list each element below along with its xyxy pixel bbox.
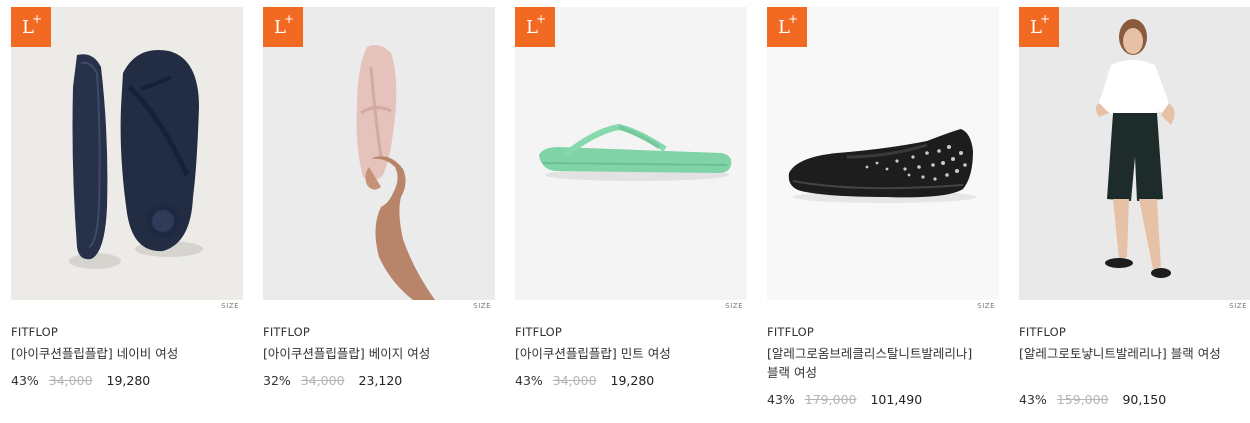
product-grid: L + SIZE FITFLOP [아이쿠션플립플랍] 네이비 여성 43% 3… (11, 7, 1250, 423)
product-image[interactable]: L + (1019, 7, 1250, 300)
original-price: 34,000 (552, 373, 597, 388)
price-row: 43% 34,000 19,280 (515, 373, 654, 388)
price-row: 43% 179,000 101,490 (767, 392, 922, 407)
discount-rate: 32% (263, 373, 291, 388)
product-brand: FITFLOP (1019, 325, 1067, 339)
product-name[interactable]: [알레그로옴브레클리스탈니트발레리나] 블랙 여성 (767, 344, 977, 382)
lplus-badge: L + (515, 7, 555, 47)
beige-flip-flop-image (263, 7, 495, 300)
discount-rate: 43% (515, 373, 543, 388)
sale-price: 90,150 (1122, 392, 1167, 407)
product-name[interactable]: [아이쿠션플립플랍] 민트 여성 (515, 344, 725, 363)
price-row: 43% 34,000 19,280 (11, 373, 150, 388)
size-tag[interactable]: SIZE (221, 300, 239, 312)
black-knit-ballerina-image (767, 7, 999, 300)
badge-plus: + (32, 12, 43, 26)
product-card[interactable]: L + SIZE FITFLOP [아이쿠션플립플랍] 네이비 여성 43% 3… (11, 7, 243, 417)
sale-price: 23,120 (358, 373, 403, 388)
product-image[interactable]: L + (767, 7, 999, 300)
product-card[interactable]: L + SIZE FITFLOP [알레그로토냫니트발레리나] 블랙 여성 43… (1019, 7, 1250, 417)
product-name[interactable]: [아이쿠션플립플랍] 베이지 여성 (263, 344, 473, 363)
product-name[interactable]: [아이쿠션플립플랍] 네이비 여성 (11, 344, 221, 363)
badge-plus: + (536, 12, 547, 26)
discount-rate: 43% (11, 373, 39, 388)
lplus-badge: L + (767, 7, 807, 47)
sale-price: 101,490 (870, 392, 923, 407)
price-row: 32% 34,000 23,120 (263, 373, 402, 388)
badge-plus: + (1040, 12, 1051, 26)
original-price: 34,000 (300, 373, 345, 388)
product-brand: FITFLOP (11, 325, 59, 339)
size-tag[interactable]: SIZE (725, 300, 743, 312)
model-wearing-ballerina-image (1019, 7, 1250, 300)
badge-plus: + (284, 12, 295, 26)
product-brand: FITFLOP (263, 325, 311, 339)
product-brand: FITFLOP (515, 325, 563, 339)
lplus-badge: L + (1019, 7, 1059, 47)
original-price: 179,000 (804, 392, 857, 407)
size-tag[interactable]: SIZE (473, 300, 491, 312)
sale-price: 19,280 (610, 373, 655, 388)
sale-price: 19,280 (106, 373, 151, 388)
size-tag[interactable]: SIZE (977, 300, 995, 312)
discount-rate: 43% (1019, 392, 1047, 407)
product-card[interactable]: L + SIZE FITFLOP [아이쿠션플립플랍] 베이지 여성 32% 3… (263, 7, 495, 417)
product-brand: FITFLOP (767, 325, 815, 339)
discount-rate: 43% (767, 392, 795, 407)
lplus-badge: L + (11, 7, 51, 47)
product-image[interactable]: L + (515, 7, 747, 300)
badge-plus: + (788, 12, 799, 26)
product-card[interactable]: L + SIZE FITFLOP [아이쿠션플립플랍] 민트 여성 43% 34… (515, 7, 747, 417)
original-price: 159,000 (1056, 392, 1109, 407)
product-image[interactable]: L + (11, 7, 243, 300)
mint-flip-flop-image (515, 7, 747, 300)
lplus-badge: L + (263, 7, 303, 47)
product-card[interactable]: L + SIZE FITFLOP [알레그로옴브레클리스탈니트발레리나] 블랙 … (767, 7, 999, 417)
price-row: 43% 159,000 90,150 (1019, 392, 1166, 407)
size-tag[interactable]: SIZE (1229, 300, 1247, 312)
product-name[interactable]: [알레그로토냫니트발레리나] 블랙 여성 (1019, 344, 1229, 363)
navy-flip-flops-image (11, 7, 243, 300)
product-image[interactable]: L + (263, 7, 495, 300)
original-price: 34,000 (48, 373, 93, 388)
